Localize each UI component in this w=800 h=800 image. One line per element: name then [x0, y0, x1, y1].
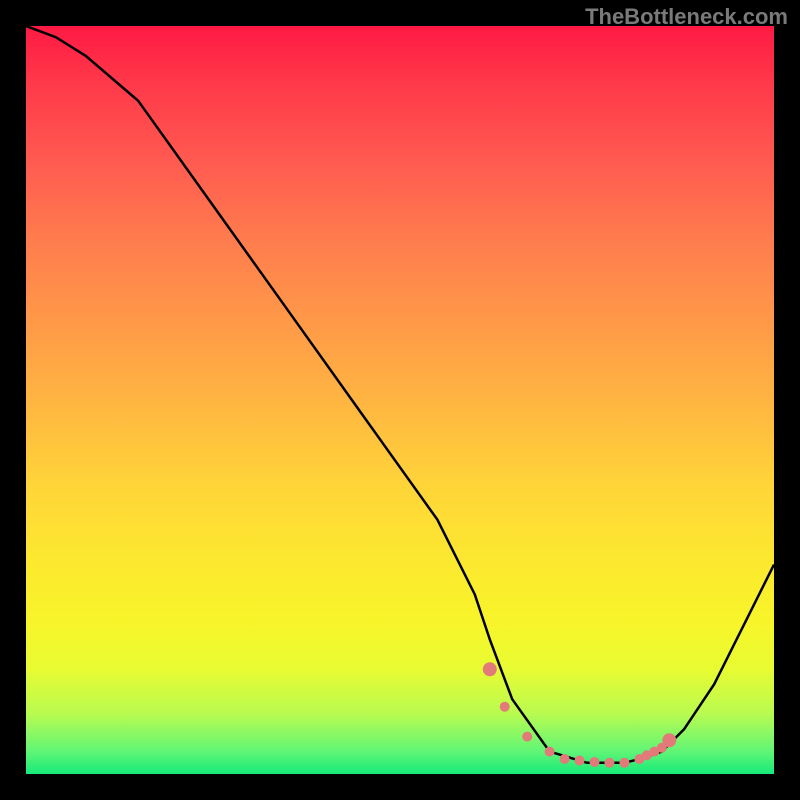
plot-area [26, 26, 774, 774]
highlight-dot [483, 662, 497, 676]
highlight-dot [590, 757, 600, 767]
curve-svg [26, 26, 774, 774]
chart-container: TheBottleneck.com [0, 0, 800, 800]
highlight-dot [500, 702, 510, 712]
bottleneck-curve-path [26, 26, 774, 763]
highlight-dot [619, 758, 629, 768]
highlight-dot [522, 732, 532, 742]
highlight-dot [575, 756, 585, 766]
highlight-dot [545, 747, 555, 757]
highlight-dot [604, 758, 614, 768]
curve-group [26, 26, 774, 768]
highlight-dots [483, 662, 677, 768]
highlight-dot [560, 754, 570, 764]
watermark-text: TheBottleneck.com [585, 4, 788, 30]
highlight-dot [662, 733, 676, 747]
